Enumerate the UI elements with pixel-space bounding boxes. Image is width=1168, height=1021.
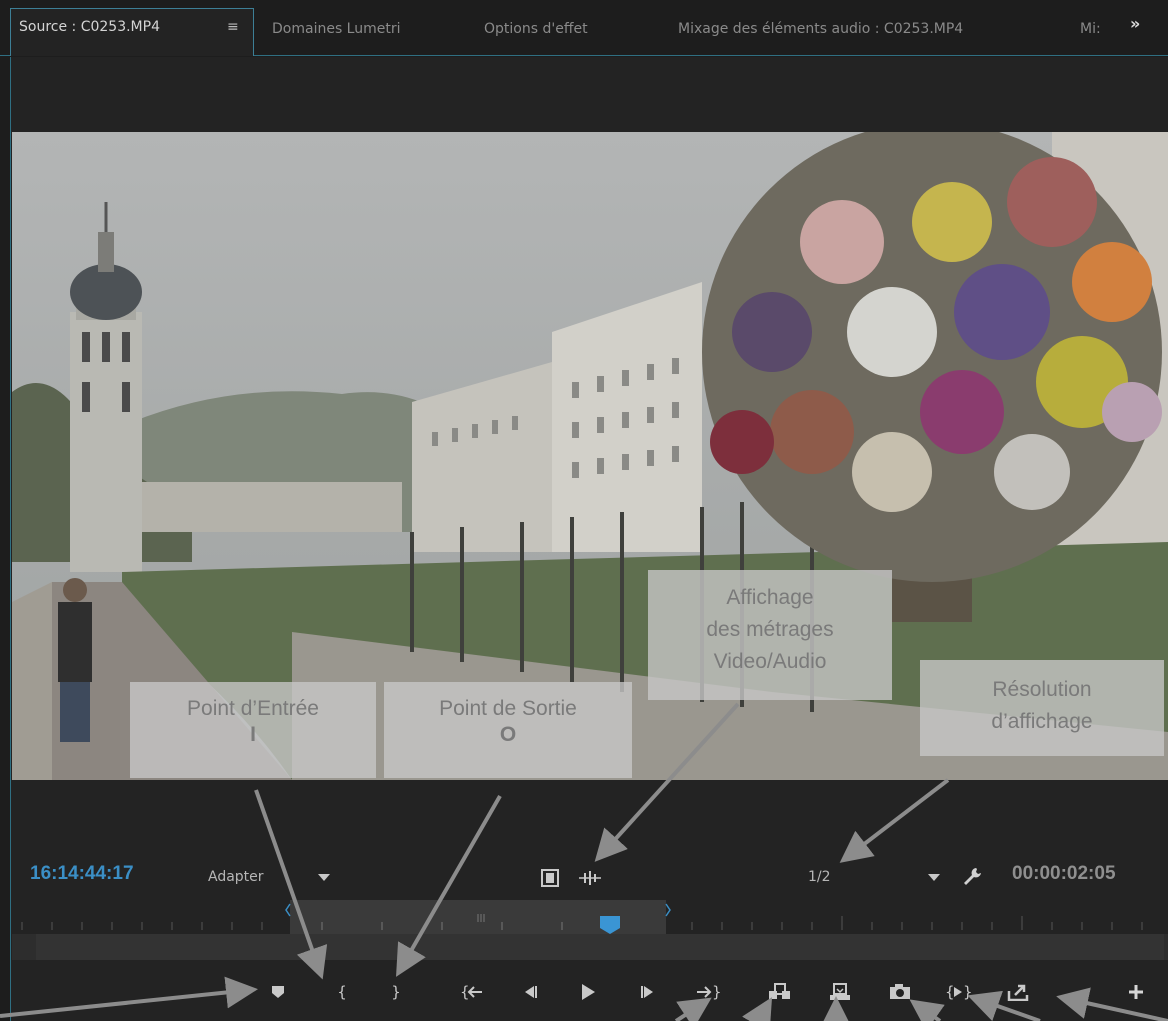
audio-waveform-icon[interactable] bbox=[576, 864, 604, 892]
tab-truncated[interactable]: Mi: bbox=[1080, 14, 1101, 44]
insert-icon[interactable] bbox=[766, 978, 794, 1006]
mark-out-icon[interactable]: } bbox=[382, 978, 410, 1006]
callout-out-point: Point de Sortie O bbox=[384, 682, 632, 778]
hamburger-icon[interactable]: ≡ bbox=[227, 9, 239, 45]
tab-audio-clip-mixer[interactable]: Mixage des éléments audio : C0253.MP4 bbox=[678, 14, 963, 44]
callout-out-point-title: Point de Sortie bbox=[439, 697, 577, 720]
callout-in-point: Point d’Entrée I bbox=[130, 682, 376, 778]
callout-resolution-line2: d’affichage bbox=[991, 710, 1093, 733]
svg-text:}: } bbox=[963, 984, 971, 1000]
callout-display-line2: des métrages bbox=[706, 618, 834, 641]
zoom-scrollbar[interactable] bbox=[12, 934, 1168, 960]
resolution-select[interactable]: 1/2 bbox=[796, 864, 946, 890]
svg-text:}: } bbox=[712, 984, 720, 1000]
callout-display-line1: Affichage bbox=[726, 586, 814, 609]
playhead[interactable] bbox=[600, 916, 620, 928]
callout-display-mode: Affichage des métrages Video/Audio bbox=[648, 570, 892, 700]
step-forward-icon[interactable] bbox=[634, 978, 662, 1006]
play-in-to-out-icon[interactable]: {} bbox=[944, 978, 972, 1006]
double-chevron-right-icon[interactable]: » bbox=[1130, 14, 1140, 33]
current-timecode[interactable]: 16:14:44:17 bbox=[30, 863, 134, 885]
film-strip-icon[interactable] bbox=[536, 864, 564, 892]
callout-resolution-line1: Résolution bbox=[992, 678, 1092, 701]
zoom-select-value: Adapter bbox=[208, 869, 264, 885]
tab-lumetri-scopes[interactable]: Domaines Lumetri bbox=[272, 14, 401, 44]
callout-in-point-title: Point d’Entrée bbox=[187, 697, 319, 720]
dropdown-caret-icon bbox=[318, 874, 330, 881]
dropdown-caret-icon bbox=[928, 874, 940, 881]
add-button-icon[interactable] bbox=[1122, 978, 1150, 1006]
callout-in-point-key: I bbox=[250, 723, 256, 746]
tab-source-label: Source : C0253.MP4 bbox=[19, 19, 160, 35]
callout-display-line3: Video/Audio bbox=[713, 650, 827, 673]
callout-out-point-key: O bbox=[499, 723, 517, 746]
time-ruler[interactable] bbox=[12, 900, 1168, 934]
go-to-in-icon[interactable]: { bbox=[458, 978, 486, 1006]
callout-resolution: Résolution d’affichage bbox=[920, 660, 1164, 756]
overwrite-icon[interactable] bbox=[826, 978, 854, 1006]
go-to-out-icon[interactable]: } bbox=[694, 978, 722, 1006]
zoom-select[interactable]: Adapter bbox=[200, 864, 342, 890]
marker-icon[interactable] bbox=[264, 978, 292, 1006]
svg-text:{: { bbox=[945, 984, 955, 1000]
tab-effect-options[interactable]: Options d'effet bbox=[484, 14, 588, 44]
mark-in-icon[interactable]: { bbox=[328, 978, 356, 1006]
wrench-icon[interactable] bbox=[958, 862, 986, 890]
camera-icon[interactable] bbox=[886, 978, 914, 1006]
play-icon[interactable] bbox=[574, 978, 602, 1006]
resolution-select-value: 1/2 bbox=[808, 869, 831, 885]
step-back-icon[interactable] bbox=[516, 978, 544, 1006]
duration-timecode: 00:00:02:05 bbox=[1012, 863, 1116, 884]
tab-source[interactable]: Source : C0253.MP4 ≡ bbox=[10, 8, 254, 56]
zoom-scrollbar-thumb[interactable] bbox=[36, 934, 1164, 960]
export-icon[interactable] bbox=[1004, 978, 1032, 1006]
panel-tab-bar: Source : C0253.MP4 ≡ Domaines Lumetri Op… bbox=[0, 0, 1168, 56]
